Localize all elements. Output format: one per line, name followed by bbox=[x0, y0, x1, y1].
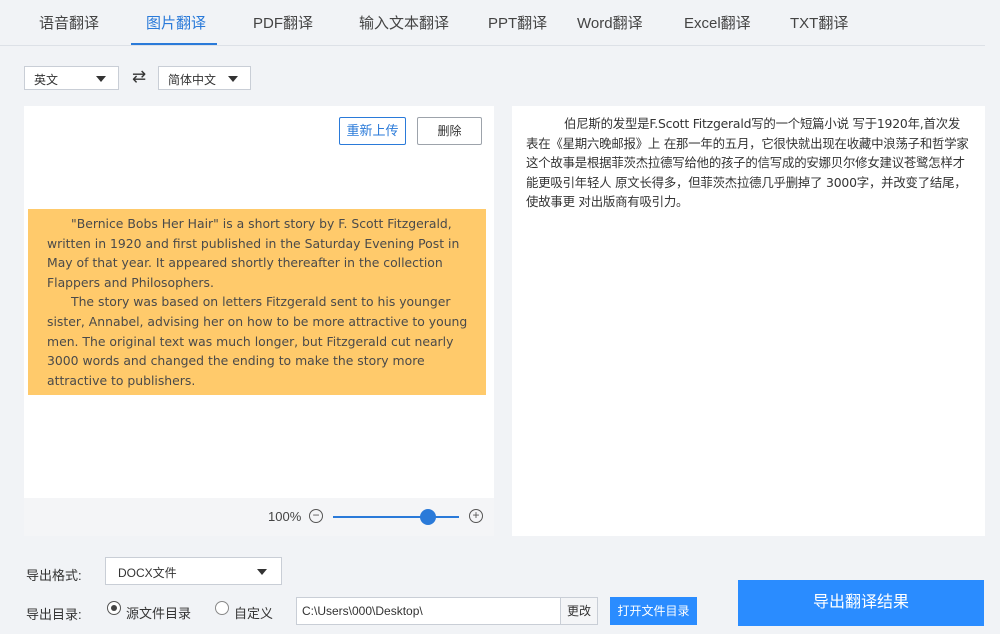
tab-image-translation[interactable]: 图片翻译 bbox=[146, 12, 206, 33]
translated-text: 伯尼斯的发型是F.Scott Fitzgerald写的一个短篇小说 写于1920… bbox=[526, 116, 993, 209]
zoom-out-icon[interactable]: − bbox=[309, 509, 323, 523]
tab-txt-translation[interactable]: TXT翻译 bbox=[790, 12, 848, 33]
radio-custom-dir-label[interactable]: 自定义 bbox=[234, 603, 273, 622]
active-tab-indicator bbox=[131, 43, 217, 45]
export-translation-button[interactable]: 导出翻译结果 bbox=[738, 580, 984, 626]
change-path-button[interactable]: 更改 bbox=[560, 597, 598, 625]
target-language-value: 简体中文 bbox=[168, 73, 217, 87]
radio-source-dir[interactable] bbox=[107, 601, 121, 615]
open-directory-button[interactable]: 打开文件目录 bbox=[610, 597, 697, 625]
tab-ppt-translation[interactable]: PPT翻译 bbox=[488, 12, 547, 33]
zoom-slider-track[interactable] bbox=[333, 516, 459, 518]
zoom-slider-thumb[interactable] bbox=[419, 509, 436, 525]
image-text-paragraph-2: The story was based on letters Fitzgeral… bbox=[47, 294, 468, 388]
tab-pdf-translation[interactable]: PDF翻译 bbox=[253, 12, 313, 33]
export-format-value: DOCX文件 bbox=[118, 566, 177, 580]
export-dir-label: 导出目录: bbox=[26, 607, 82, 622]
tab-speech-translation[interactable]: 语音翻译 bbox=[39, 12, 99, 33]
zoom-bar: 100% − + bbox=[24, 498, 494, 536]
chevron-down-icon bbox=[257, 569, 267, 575]
radio-custom-dir[interactable] bbox=[215, 601, 229, 615]
tab-word-translation[interactable]: Word翻译 bbox=[577, 12, 643, 33]
image-text-paragraph-1: "Bernice Bobs Her Hair" is a short story… bbox=[47, 216, 460, 290]
zoom-in-icon[interactable]: + bbox=[469, 509, 483, 523]
reupload-button[interactable]: 重新上传 bbox=[339, 117, 406, 145]
export-path-input[interactable]: C:\Users\000\Desktop\ bbox=[296, 597, 561, 625]
export-format-label: 导出格式: bbox=[26, 568, 82, 583]
chevron-down-icon bbox=[96, 76, 106, 82]
target-language-select[interactable]: 简体中文 bbox=[158, 66, 251, 90]
source-image: "Bernice Bobs Her Hair" is a short story… bbox=[28, 209, 486, 395]
export-format-select[interactable]: DOCX文件 bbox=[105, 557, 282, 585]
swap-arrows-icon[interactable]: ⇄ bbox=[130, 66, 148, 88]
source-language-value: 英文 bbox=[34, 73, 59, 87]
tab-text-input-translation[interactable]: 输入文本翻译 bbox=[359, 12, 449, 33]
delete-button[interactable]: 删除 bbox=[417, 117, 482, 145]
source-image-panel: 重新上传 删除 "Bernice Bobs Her Hair" is a sho… bbox=[24, 106, 494, 536]
tab-excel-translation[interactable]: Excel翻译 bbox=[684, 12, 751, 33]
source-language-select[interactable]: 英文 bbox=[24, 66, 119, 90]
translation-result-panel: 伯尼斯的发型是F.Scott Fitzgerald写的一个短篇小说 写于1920… bbox=[512, 106, 993, 536]
zoom-level: 100% bbox=[268, 509, 302, 524]
chevron-down-icon bbox=[228, 76, 238, 82]
radio-source-dir-label[interactable]: 源文件目录 bbox=[126, 603, 191, 622]
tab-bar: 语音翻译 图片翻译 PDF翻译 输入文本翻译 PPT翻译 Word翻译 Exce… bbox=[0, 0, 985, 46]
